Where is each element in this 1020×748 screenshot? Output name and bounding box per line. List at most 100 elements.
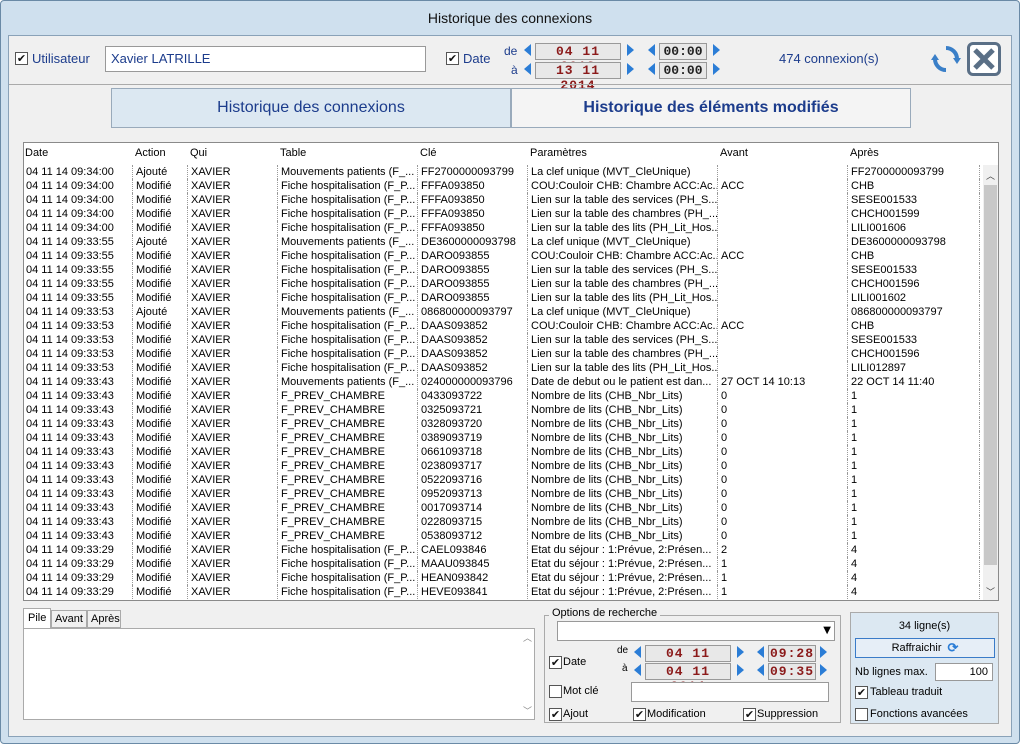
- search-date-checkbox[interactable]: ✔: [549, 656, 562, 669]
- detail-textarea[interactable]: ︿ ﹀: [23, 628, 535, 720]
- vertical-scrollbar[interactable]: ︿ ﹀: [983, 165, 998, 600]
- col-action[interactable]: Action: [135, 147, 166, 159]
- search-date-to-field[interactable]: 04 11 2014: [645, 663, 731, 694]
- table-row[interactable]: 04 11 14 09:33:43 Modifié XAVIER F_PREV_CHA…: [24, 431, 982, 445]
- suppression-checkbox[interactable]: ✔: [743, 708, 756, 721]
- table-row[interactable]: 04 11 14 09:33:55 Ajouté XAVIER Mouvements …: [24, 235, 982, 249]
- table-row[interactable]: 04 11 14 09:33:43 Modifié XAVIER F_PREV_CHA…: [24, 445, 982, 459]
- time-from-field[interactable]: 00:00: [659, 43, 707, 60]
- tab-apres[interactable]: Après: [87, 610, 121, 628]
- table-row[interactable]: 04 11 14 09:33:29 Modifié XAVIER Fiche hosp…: [24, 557, 982, 571]
- search-time-from-field[interactable]: 09:28: [768, 645, 816, 662]
- date-to-prev-icon[interactable]: [524, 63, 531, 75]
- table-row[interactable]: 04 11 14 09:33:43 Modifié XAVIER F_PREV_CHA…: [24, 487, 982, 501]
- table-row[interactable]: 04 11 14 09:33:53 Modifié XAVIER Fiche hosp…: [24, 347, 982, 361]
- keyword-checkbox[interactable]: [549, 685, 562, 698]
- search-date-to-next-icon[interactable]: [737, 664, 744, 676]
- search-date-to-prev-icon[interactable]: [634, 664, 641, 676]
- table-row[interactable]: 04 11 14 09:33:53 Modifié XAVIER Fiche hosp…: [24, 361, 982, 375]
- textarea-scroll-up-icon[interactable]: ︿: [523, 631, 532, 644]
- col-qui[interactable]: Qui: [190, 147, 207, 159]
- table-cell: 1: [850, 515, 980, 529]
- time-from-next-icon[interactable]: [713, 44, 720, 56]
- table-cell: Modifié: [135, 347, 188, 361]
- table-row[interactable]: 04 11 14 09:34:00 Modifié XAVIER Fiche hosp…: [24, 193, 982, 207]
- max-lines-field[interactable]: 100: [935, 663, 993, 681]
- scroll-down-icon[interactable]: ﹀: [986, 585, 995, 598]
- col-date[interactable]: Date: [25, 147, 48, 159]
- table-row[interactable]: 04 11 14 09:33:53 Modifié XAVIER Fiche hosp…: [24, 333, 982, 347]
- tab-elements-modifies[interactable]: Historique des éléments modifiés: [511, 88, 911, 128]
- table-row[interactable]: 04 11 14 09:33:43 Modifié XAVIER F_PREV_CHA…: [24, 515, 982, 529]
- table-row[interactable]: 04 11 14 09:33:43 Modifié XAVIER F_PREV_CHA…: [24, 529, 982, 543]
- col-apres[interactable]: Après: [850, 147, 879, 159]
- tab-avant[interactable]: Avant: [51, 610, 87, 628]
- time-to-field[interactable]: 00:00: [659, 62, 707, 79]
- table-row[interactable]: 04 11 14 09:33:55 Modifié XAVIER Fiche hosp…: [24, 291, 982, 305]
- history-table[interactable]: Date Action Qui Table Clé Paramètres Ava…: [23, 142, 999, 601]
- table-row[interactable]: 04 11 14 09:33:43 Modifié XAVIER F_PREV_CHA…: [24, 459, 982, 473]
- col-parametres[interactable]: Paramètres: [530, 147, 587, 159]
- table-row[interactable]: 04 11 14 09:33:53 Ajouté XAVIER Mouvements …: [24, 305, 982, 319]
- window-title: Historique des connexions: [427, 10, 593, 26]
- table-cell: CAEL093846: [420, 543, 528, 557]
- table-cell: SESE001533: [850, 193, 980, 207]
- date-from-field[interactable]: 04 11 2013: [535, 43, 621, 74]
- date-to-next-icon[interactable]: [627, 63, 634, 75]
- search-date-from-prev-icon[interactable]: [634, 646, 641, 658]
- col-avant[interactable]: Avant: [720, 147, 748, 159]
- refresh-icon[interactable]: [931, 44, 961, 74]
- table-row[interactable]: 04 11 14 09:33:43 Modifié XAVIER Mouvements…: [24, 375, 982, 389]
- search-time-to-field[interactable]: 09:35: [768, 663, 816, 680]
- user-checkbox[interactable]: ✔: [15, 52, 28, 65]
- table-row[interactable]: 04 11 14 09:34:00 Modifié XAVIER Fiche hosp…: [24, 207, 982, 221]
- col-table[interactable]: Table: [280, 147, 306, 159]
- search-date-from-field[interactable]: 04 11 2014: [645, 645, 731, 676]
- table-cell: FFFA093850: [420, 221, 528, 235]
- user-input[interactable]: Xavier LATRILLE: [105, 46, 426, 72]
- search-time-from-prev-icon[interactable]: [757, 646, 764, 658]
- table-row[interactable]: 04 11 14 09:33:43 Modifié XAVIER F_PREV_CHA…: [24, 501, 982, 515]
- scroll-up-icon[interactable]: ︿: [986, 169, 995, 182]
- search-dropdown[interactable]: ▼: [557, 621, 835, 641]
- search-time-to-next-icon[interactable]: [820, 664, 827, 676]
- table-row[interactable]: 04 11 14 09:33:43 Modifié XAVIER F_PREV_CHA…: [24, 473, 982, 487]
- time-to-next-icon[interactable]: [713, 63, 720, 75]
- refresh-button[interactable]: Raffraichir ⟳: [855, 638, 995, 658]
- table-row[interactable]: 04 11 14 09:33:55 Modifié XAVIER Fiche hosp…: [24, 277, 982, 291]
- close-icon[interactable]: [967, 42, 1001, 76]
- table-row[interactable]: 04 11 14 09:33:43 Modifié XAVIER F_PREV_CHA…: [24, 403, 982, 417]
- table-row[interactable]: 04 11 14 09:34:00 Ajouté XAVIER Mouvements …: [24, 165, 982, 179]
- time-to-prev-icon[interactable]: [648, 63, 655, 75]
- table-row[interactable]: 04 11 14 09:33:53 Modifié XAVIER Fiche hosp…: [24, 319, 982, 333]
- col-cle[interactable]: Clé: [420, 147, 437, 159]
- date-from-prev-icon[interactable]: [524, 44, 531, 56]
- table-row[interactable]: 04 11 14 09:33:29 Modifié XAVIER Fiche hosp…: [24, 571, 982, 585]
- keyword-input[interactable]: [631, 682, 829, 702]
- search-time-from-next-icon[interactable]: [820, 646, 827, 658]
- table-cell: 1: [850, 529, 980, 543]
- date-checkbox[interactable]: ✔: [446, 52, 459, 65]
- table-row[interactable]: 04 11 14 09:34:00 Modifié XAVIER Fiche hosp…: [24, 221, 982, 235]
- table-row[interactable]: 04 11 14 09:33:29 Modifié XAVIER Fiche hosp…: [24, 585, 982, 599]
- search-time-to-prev-icon[interactable]: [757, 664, 764, 676]
- tab-connexions[interactable]: Historique des connexions: [111, 88, 511, 128]
- table-row[interactable]: 04 11 14 09:33:43 Modifié XAVIER F_PREV_CHA…: [24, 389, 982, 403]
- time-from-prev-icon[interactable]: [648, 44, 655, 56]
- scroll-thumb[interactable]: [984, 185, 997, 565]
- table-row[interactable]: 04 11 14 09:33:29 Modifié XAVIER Fiche hosp…: [24, 543, 982, 557]
- tab-pile[interactable]: Pile: [23, 608, 51, 628]
- date-from-next-icon[interactable]: [627, 44, 634, 56]
- modification-checkbox[interactable]: ✔: [633, 708, 646, 721]
- table-row[interactable]: 04 11 14 09:33:43 Modifié XAVIER F_PREV_CHA…: [24, 417, 982, 431]
- date-to-field[interactable]: 13 11 2014: [535, 62, 621, 93]
- table-row[interactable]: 04 11 14 09:33:55 Modifié XAVIER Fiche hosp…: [24, 249, 982, 263]
- table-row[interactable]: 04 11 14 09:33:55 Modifié XAVIER Fiche hosp…: [24, 263, 982, 277]
- advanced-checkbox[interactable]: [855, 708, 868, 721]
- ajout-checkbox[interactable]: ✔: [549, 708, 562, 721]
- table-row[interactable]: 04 11 14 09:34:00 Modifié XAVIER Fiche hosp…: [24, 179, 982, 193]
- table-cell: [720, 291, 848, 305]
- textarea-scroll-down-icon[interactable]: ﹀: [523, 704, 532, 717]
- search-date-from-next-icon[interactable]: [737, 646, 744, 658]
- translated-checkbox[interactable]: ✔: [855, 686, 868, 699]
